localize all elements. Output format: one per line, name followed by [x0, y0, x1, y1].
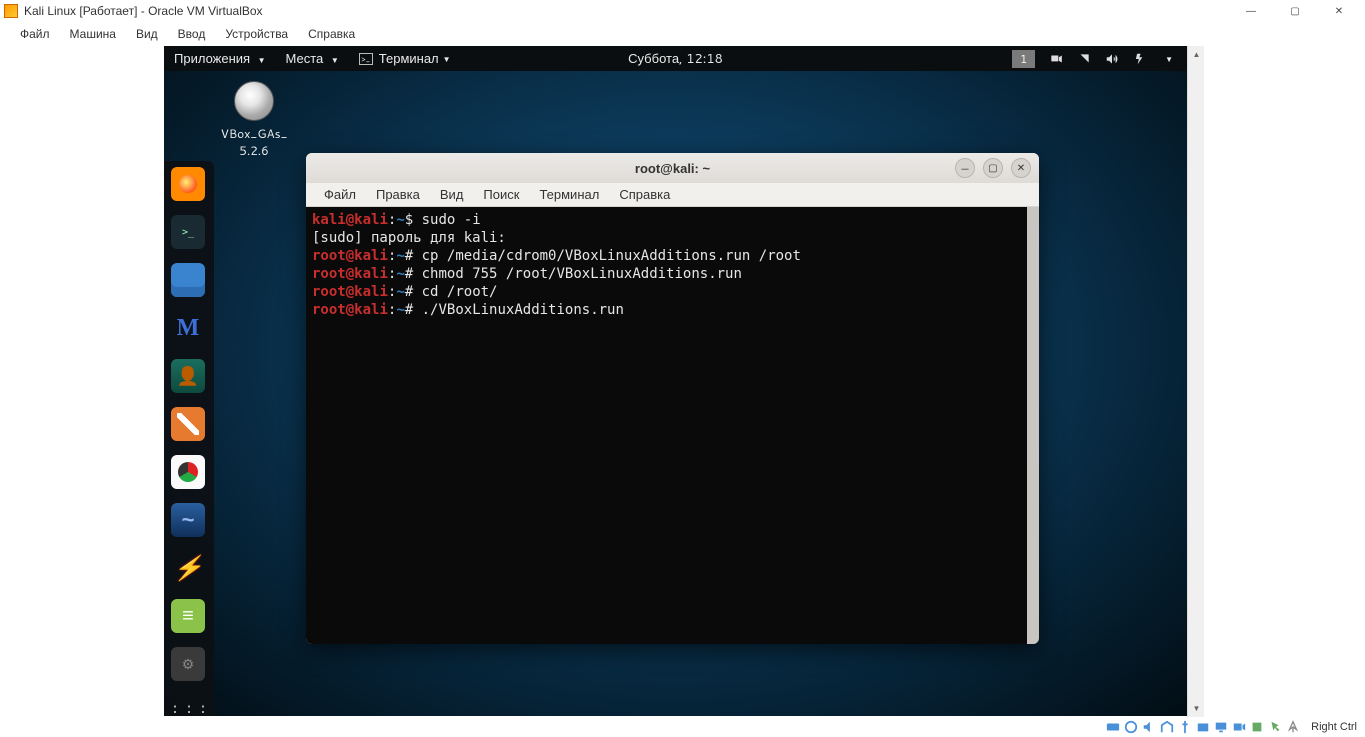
vbox-hdd-icon[interactable]: [1105, 720, 1120, 735]
dock-zenmap[interactable]: [171, 455, 205, 489]
vbox-shared-folders-icon[interactable]: [1195, 720, 1210, 735]
terminal-titlebar[interactable]: root@kali: ~ － ▢ ✕: [306, 153, 1039, 183]
terminal-scrollbar[interactable]: [1027, 207, 1039, 644]
dock-terminal[interactable]: [171, 215, 205, 249]
host-menu-machine[interactable]: Машина: [60, 24, 126, 44]
vbox-mouse-icon[interactable]: [1267, 720, 1282, 735]
terminal-menu-search[interactable]: Поиск: [473, 185, 529, 204]
terminal-icon: >_: [359, 53, 373, 65]
dock-files[interactable]: [171, 263, 205, 297]
dock-maltego[interactable]: [171, 551, 205, 585]
places-menu[interactable]: Места ▼: [276, 50, 349, 68]
dock-cherrytree[interactable]: [171, 599, 205, 633]
power-icon[interactable]: [1133, 52, 1147, 66]
dock-firefox[interactable]: [171, 167, 205, 201]
host-menu-view[interactable]: Вид: [126, 24, 168, 44]
terminal-menubar: Файл Правка Вид Поиск Терминал Справка: [306, 183, 1039, 207]
host-window-controls: — ▢ ✕: [1229, 2, 1361, 20]
close-button[interactable]: ✕: [1317, 2, 1361, 20]
terminal-line: root@kali:~# chmod 755 /root/VBoxLinuxAd…: [312, 265, 1033, 283]
dock-show-applications[interactable]: [171, 695, 205, 716]
maximize-button[interactable]: ▢: [1273, 2, 1317, 20]
vbox-cpu-icon[interactable]: [1249, 720, 1264, 735]
terminal-line: kali@kali:~$ sudo -i: [312, 211, 1033, 229]
vbox-statusbar: Right Ctrl: [1101, 717, 1365, 737]
gnome-dock: [164, 161, 214, 716]
dock-burpsuite[interactable]: [171, 407, 205, 441]
minimize-button[interactable]: —: [1229, 2, 1273, 20]
recorder-icon[interactable]: [1077, 52, 1091, 66]
dock-armitage[interactable]: [171, 359, 205, 393]
vm-viewport[interactable]: Приложения ▼ Места ▼ >_ Терминал ▼ Суббо…: [164, 46, 1187, 716]
applications-menu[interactable]: Приложения ▼: [164, 50, 276, 68]
active-app-label: Терминал: [379, 50, 439, 68]
host-menu-input[interactable]: Ввод: [168, 24, 216, 44]
workspace-indicator[interactable]: 1: [1012, 50, 1035, 68]
terminal-menu-edit[interactable]: Правка: [366, 185, 430, 204]
terminal-close-button[interactable]: ✕: [1011, 158, 1031, 178]
host-titlebar: Kali Linux [Работает] - Oracle VM Virtua…: [0, 0, 1365, 22]
host-menu-file[interactable]: Файл: [10, 24, 60, 44]
active-app-terminal[interactable]: >_ Терминал ▼: [349, 50, 461, 68]
host-window-title: Kali Linux [Работает] - Oracle VM Virtua…: [24, 4, 263, 18]
desktop-icon-label-2: 5.2.6: [209, 142, 299, 159]
applications-label: Приложения: [174, 50, 250, 68]
gnome-topbar: Приложения ▼ Места ▼ >_ Терминал ▼ Суббо…: [164, 46, 1187, 71]
host-menu-help[interactable]: Справка: [298, 24, 365, 44]
scroll-up-arrow-icon[interactable]: ▲: [1188, 46, 1205, 63]
terminal-line: root@kali:~# ./VBoxLinuxAdditions.run: [312, 301, 1033, 319]
dock-tweaks[interactable]: [171, 647, 205, 681]
vbox-cd-icon[interactable]: [1123, 720, 1138, 735]
host-menu-devices[interactable]: Устройства: [215, 24, 298, 44]
terminal-maximize-button[interactable]: ▢: [983, 158, 1003, 178]
terminal-menu-file[interactable]: Файл: [314, 185, 366, 204]
host-menubar: Файл Машина Вид Ввод Устройства Справка: [0, 22, 1365, 46]
places-label: Места: [286, 50, 324, 68]
camera-icon[interactable]: [1049, 52, 1063, 66]
terminal-menu-help[interactable]: Справка: [609, 185, 680, 204]
terminal-line: root@kali:~# cp /media/cdrom0/VBoxLinuxA…: [312, 247, 1033, 265]
dock-metasploit[interactable]: [171, 311, 205, 345]
vbox-usb-icon[interactable]: [1177, 720, 1192, 735]
cd-disc-icon: [234, 81, 274, 121]
terminal-window: root@kali: ~ － ▢ ✕ Файл Правка Вид Поиск…: [306, 153, 1039, 644]
scroll-down-arrow-icon[interactable]: ▼: [1188, 700, 1205, 717]
terminal-title: root@kali: ~: [635, 161, 710, 176]
volume-icon[interactable]: [1105, 52, 1119, 66]
desktop-icon-label-1: VBox_GAs_: [209, 125, 299, 142]
vbox-network-icon[interactable]: [1159, 720, 1174, 735]
vbox-recording-icon[interactable]: [1231, 720, 1246, 735]
terminal-minimize-button[interactable]: －: [955, 158, 975, 178]
chevron-down-icon: ▼: [1165, 53, 1173, 65]
chevron-down-icon: ▼: [331, 54, 339, 66]
scrollbar-thumb[interactable]: [1027, 207, 1039, 644]
virtualbox-icon: [4, 4, 18, 18]
vbox-keyboard-icon[interactable]: [1285, 720, 1300, 735]
terminal-menu-view[interactable]: Вид: [430, 185, 474, 204]
vbox-display-icon[interactable]: [1213, 720, 1228, 735]
chevron-down-icon: ▼: [258, 54, 266, 66]
terminal-line: root@kali:~# cd /root/: [312, 283, 1033, 301]
dock-wireshark[interactable]: [171, 503, 205, 537]
terminal-menu-terminal[interactable]: Терминал: [529, 185, 609, 204]
desktop-icon-vbox-ga[interactable]: VBox_GAs_ 5.2.6: [209, 81, 299, 159]
terminal-body[interactable]: kali@kali:~$ sudo -i[sudo] пароль для ka…: [306, 207, 1039, 644]
clock[interactable]: Суббота, 12:18: [628, 50, 723, 68]
vbox-hostkey-label: Right Ctrl: [1307, 721, 1361, 733]
host-vertical-scrollbar[interactable]: ▲ ▼: [1187, 46, 1204, 717]
chevron-down-icon: ▼: [443, 53, 451, 65]
vbox-audio-icon[interactable]: [1141, 720, 1156, 735]
terminal-line: [sudo] пароль для kali:: [312, 229, 1033, 247]
